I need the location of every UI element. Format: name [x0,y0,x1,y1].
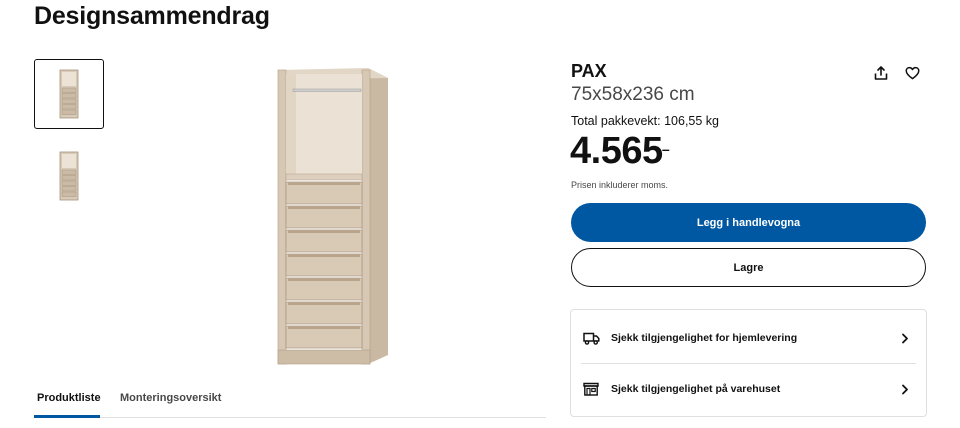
save-button[interactable]: Lagre [571,248,926,287]
package-weight: Total pakkevekt: 106,55 kg [571,114,720,128]
product-main-image [277,68,388,365]
product-name: PAX [571,61,607,81]
active-tab-indicator [34,415,100,418]
favorite-button[interactable] [902,63,922,83]
tab-monteringsoversikt[interactable]: Monteringsoversikt [120,392,221,404]
vat-note: Prisen inkluderer moms. [571,180,669,190]
thumbnail-angle[interactable] [34,141,104,211]
heart-icon [905,66,919,80]
wardrobe-thumbnail-image [59,151,79,201]
wardrobe-thumbnail-image [59,69,79,119]
add-to-cart-button[interactable]: Legg i handlevogna [571,203,926,242]
tab-produktliste[interactable]: Produktliste [37,392,101,404]
product-tabs: Produktliste Monteringsoversikt [34,384,546,418]
price-suffix: ,– [658,141,670,157]
product-dimensions: 75x58x236 cm [571,84,695,105]
share-button[interactable] [871,63,891,83]
share-icon [874,66,888,80]
chevron-right-icon [898,331,912,345]
home-delivery-label: Sjekk tilgjengelighet for hjemlevering [611,332,798,344]
thumbnail-front[interactable] [34,59,104,129]
store-availability-row[interactable]: Sjekk tilgjengelighet på varehuset [571,363,926,415]
truck-icon [582,329,600,347]
availability-card: Sjekk tilgjengelighet for hjemlevering S… [570,309,927,417]
home-delivery-availability-row[interactable]: Sjekk tilgjengelighet for hjemlevering [571,312,926,364]
page-title: Designsammendrag [34,2,270,30]
chevron-right-icon [898,382,912,396]
store-availability-label: Sjekk tilgjengelighet på varehuset [611,383,781,395]
store-icon [582,380,600,398]
product-price: 4.565 [570,130,663,172]
